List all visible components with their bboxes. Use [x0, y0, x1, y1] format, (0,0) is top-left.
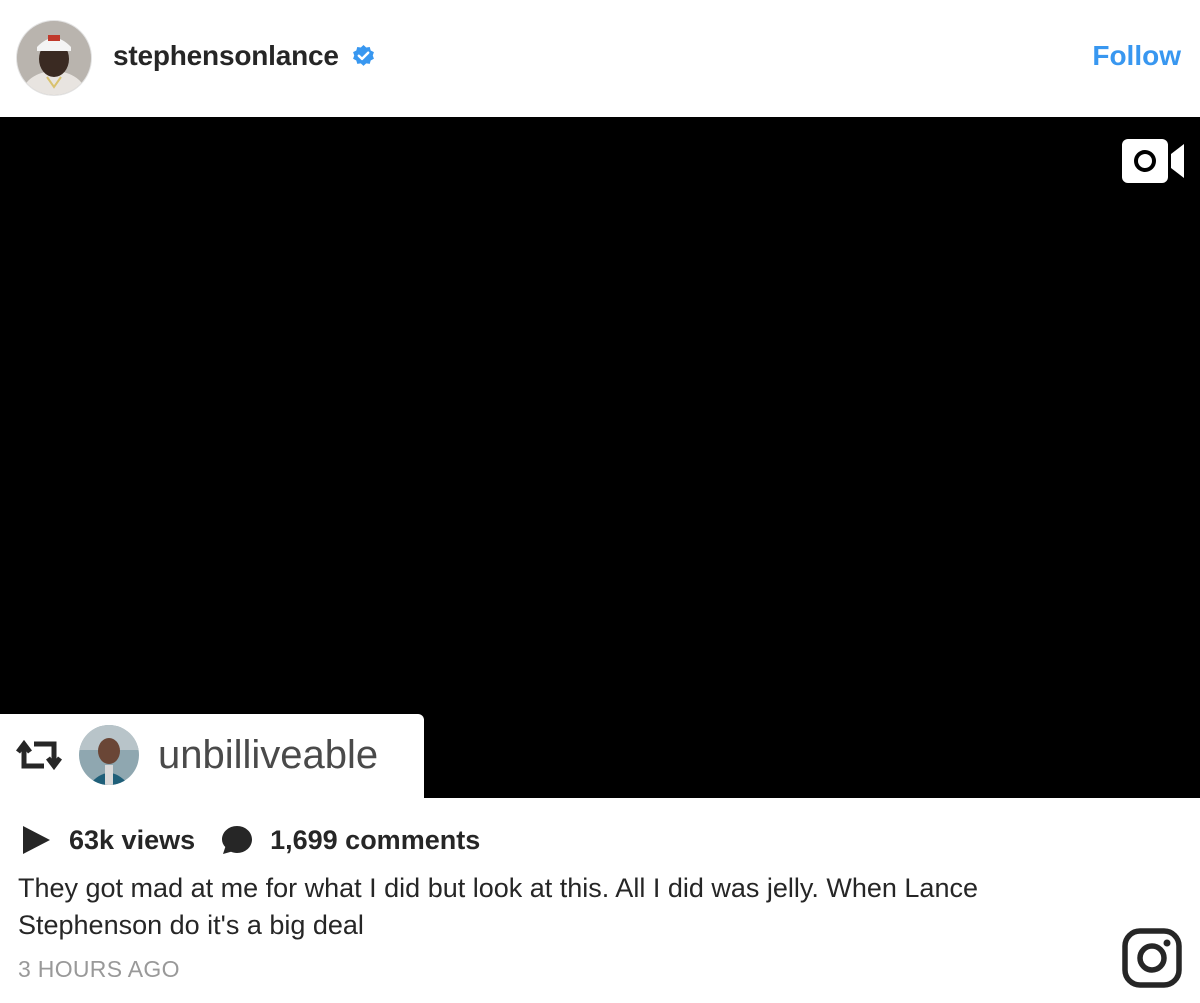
- play-icon: [23, 826, 50, 854]
- post-caption: They got mad at me for what I did but lo…: [18, 873, 978, 940]
- repost-icon: [16, 739, 62, 771]
- instagram-icon[interactable]: [1122, 928, 1182, 988]
- follow-button[interactable]: Follow: [1092, 40, 1181, 72]
- repost-avatar: [79, 725, 139, 785]
- avatar-image: [17, 21, 91, 95]
- repost-username: unbilliveable: [158, 733, 379, 777]
- username[interactable]: stephensonlance: [113, 40, 339, 72]
- views-stat: 63k views: [20, 824, 195, 856]
- instagram-embed: stephensonlance Follow unbilliveable 63k…: [0, 0, 1200, 1003]
- views-count: 63k views: [69, 824, 196, 855]
- comment-bubble-icon: [222, 826, 253, 854]
- post-header: stephensonlance Follow: [0, 0, 1200, 117]
- repost-tag[interactable]: unbilliveable: [0, 714, 424, 798]
- verified-badge-icon: [353, 45, 374, 66]
- comments-count: 1,699 comments: [270, 824, 481, 855]
- avatar[interactable]: [17, 21, 91, 95]
- comments-stat[interactable]: 1,699 comments: [221, 824, 480, 856]
- post-timestamp[interactable]: 3 HOURS AGO: [18, 956, 180, 983]
- video-camera-icon: [1122, 139, 1184, 183]
- repost-avatar-image: [79, 725, 139, 785]
- post-stats: 63k views 1,699 comments: [20, 822, 480, 858]
- video-player[interactable]: unbilliveable: [0, 117, 1200, 798]
